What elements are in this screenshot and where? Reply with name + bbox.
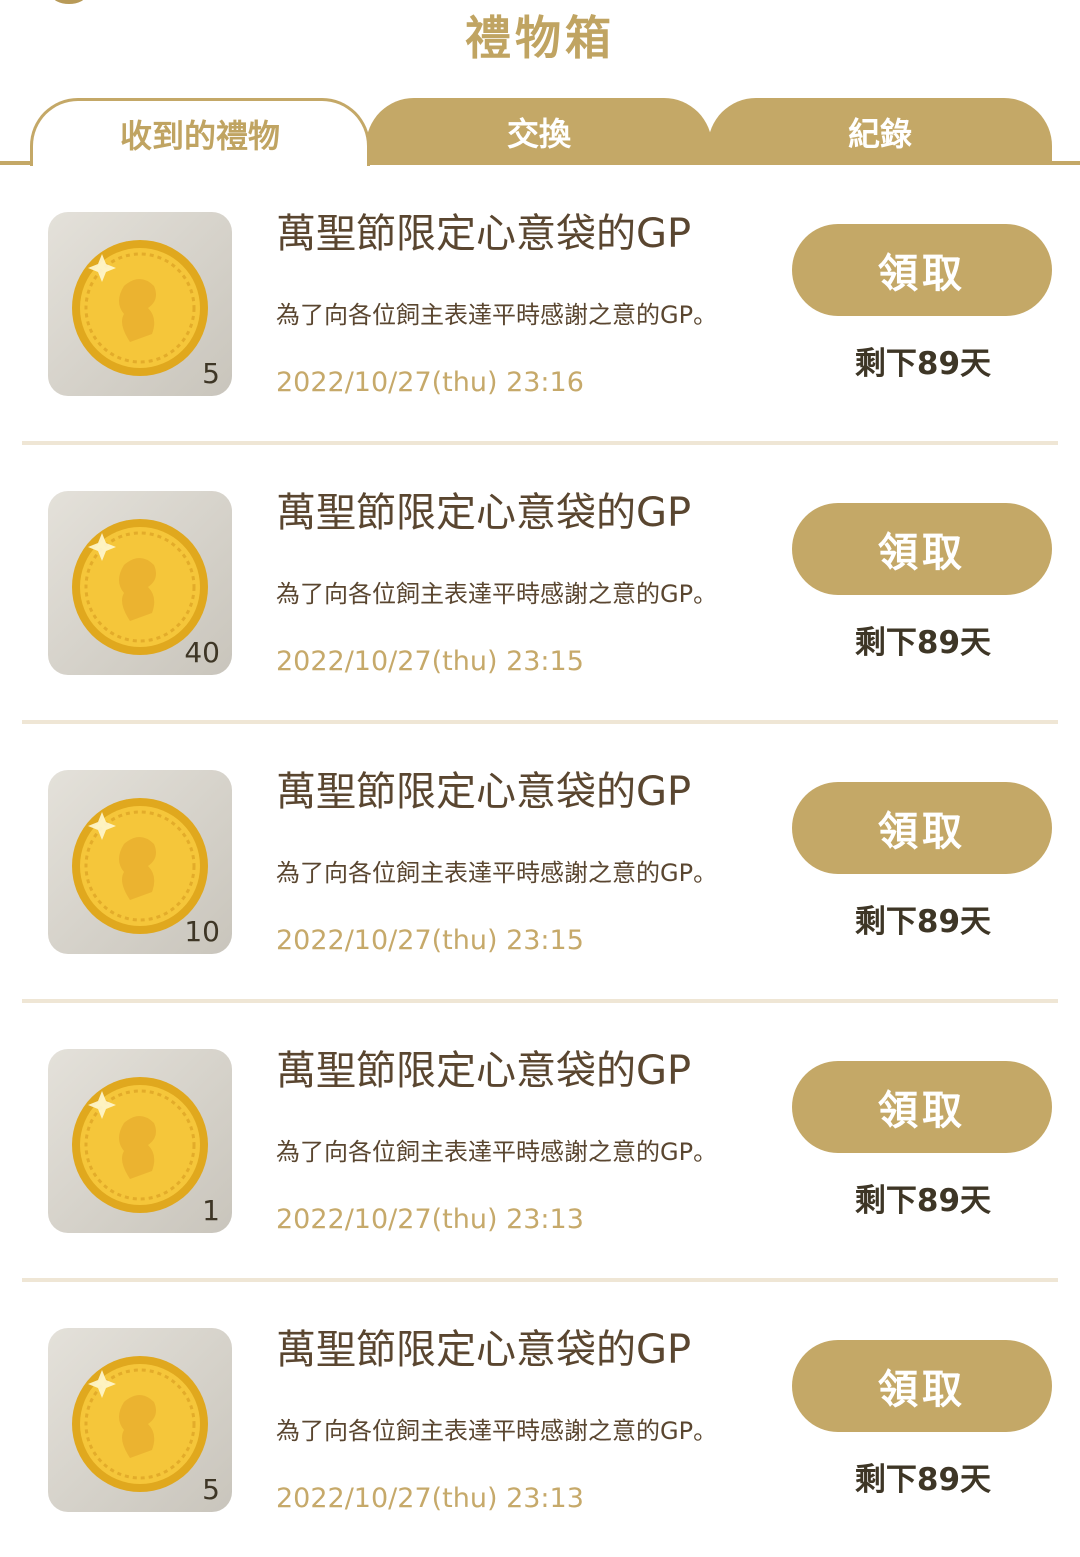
remaining-days: 剩下89天	[854, 1462, 992, 1498]
tab-received-gifts[interactable]: 收到的禮物	[30, 98, 370, 166]
gift-name: 萬聖節限定心意袋的GP	[276, 490, 692, 536]
gift-count: 1	[202, 1194, 220, 1227]
remaining-days: 剩下89天	[854, 346, 992, 382]
remaining-days: 剩下89天	[854, 904, 992, 940]
gift-name: 萬聖節限定心意袋的GP	[276, 211, 692, 257]
gift-thumbnail: 5	[48, 1328, 232, 1512]
gift-date: 2022/10/27(thu) 23:13	[276, 1204, 584, 1235]
gift-description: 為了向各位飼主表達平時感謝之意的GP。	[276, 580, 718, 608]
gift-list: 5 萬聖節限定心意袋的GP 為了向各位飼主表達平時感謝之意的GP。 2022/1…	[0, 166, 1080, 1557]
gift-date: 2022/10/27(thu) 23:15	[276, 646, 584, 677]
gift-description: 為了向各位飼主表達平時感謝之意的GP。	[276, 1417, 718, 1445]
claim-button[interactable]: 領取	[792, 503, 1052, 595]
gift-date: 2022/10/27(thu) 23:13	[276, 1483, 584, 1514]
gift-description: 為了向各位飼主表達平時感謝之意的GP。	[276, 301, 718, 329]
tab-history[interactable]: 紀錄	[708, 98, 1052, 165]
gift-description: 為了向各位飼主表達平時感謝之意的GP。	[276, 859, 718, 887]
gift-name: 萬聖節限定心意袋的GP	[276, 769, 692, 815]
gift-thumbnail: 1	[48, 1049, 232, 1233]
gift-date: 2022/10/27(thu) 23:16	[276, 367, 584, 398]
tab-exchange[interactable]: 交換	[366, 98, 712, 165]
gift-count: 5	[202, 357, 220, 390]
gift-name: 萬聖節限定心意袋的GP	[276, 1327, 692, 1373]
remaining-days: 剩下89天	[854, 625, 992, 661]
claim-button[interactable]: 領取	[792, 224, 1052, 316]
gold-coin-icon	[72, 240, 208, 376]
claim-button[interactable]: 領取	[792, 1061, 1052, 1153]
gift-description: 為了向各位飼主表達平時感謝之意的GP。	[276, 1138, 718, 1166]
gift-count: 5	[202, 1473, 220, 1506]
claim-button[interactable]: 領取	[792, 782, 1052, 874]
remaining-days: 剩下89天	[854, 1183, 992, 1219]
gift-thumbnail: 10	[48, 770, 232, 954]
gift-date: 2022/10/27(thu) 23:15	[276, 925, 584, 956]
page-title: 禮物箱	[465, 11, 615, 65]
top-decoration	[52, 0, 86, 4]
gift-thumbnail: 5	[48, 212, 232, 396]
gift-list-item: 40 萬聖節限定心意袋的GP 為了向各位飼主表達平時感謝之意的GP。 2022/…	[0, 445, 1080, 724]
claim-button[interactable]: 領取	[792, 1340, 1052, 1432]
gift-list-item: 10 萬聖節限定心意袋的GP 為了向各位飼主表達平時感謝之意的GP。 2022/…	[0, 724, 1080, 1003]
gift-thumbnail: 40	[48, 491, 232, 675]
gift-list-item: 5 萬聖節限定心意袋的GP 為了向各位飼主表達平時感謝之意的GP。 2022/1…	[0, 166, 1080, 445]
gift-list-item: 5 萬聖節限定心意袋的GP 為了向各位飼主表達平時感謝之意的GP。 2022/1…	[0, 1282, 1080, 1557]
gift-count: 40	[184, 636, 220, 669]
gold-coin-icon	[72, 1356, 208, 1492]
gold-coin-icon	[72, 1077, 208, 1213]
gift-list-item: 1 萬聖節限定心意袋的GP 為了向各位飼主表達平時感謝之意的GP。 2022/1…	[0, 1003, 1080, 1282]
tab-bar: 收到的禮物 交換 紀錄	[0, 98, 1080, 166]
gift-name: 萬聖節限定心意袋的GP	[276, 1048, 692, 1094]
gift-count: 10	[184, 915, 220, 948]
